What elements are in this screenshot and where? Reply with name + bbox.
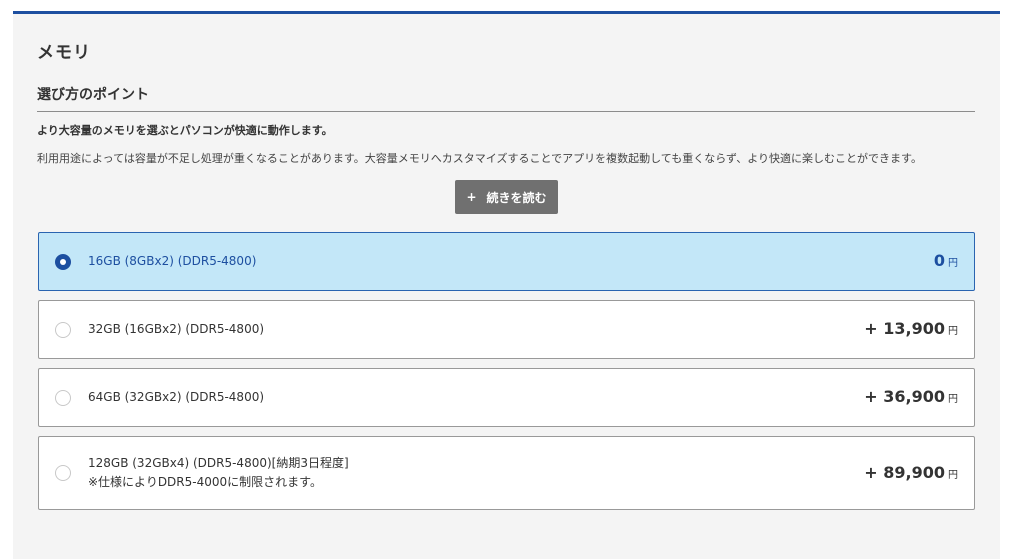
read-more-label: 続きを読む	[486, 190, 547, 205]
plus-icon: +	[466, 190, 477, 204]
option-price: 0円	[934, 251, 958, 270]
radio-button-selected[interactable]	[55, 254, 71, 270]
radio-button[interactable]	[55, 465, 71, 481]
option-price: + 89,900 円	[864, 463, 958, 482]
radio-button[interactable]	[55, 390, 71, 406]
price-value: + 89,900	[864, 463, 945, 482]
read-more-button[interactable]: + 続きを読む	[455, 180, 558, 214]
price-value: 0	[933, 251, 945, 270]
option-label: 64GB (32GBx2) (DDR5-4800)	[88, 390, 265, 404]
option-label: 128GB (32GBx4) (DDR5-4800)[納期3日程度]	[88, 456, 349, 470]
price-unit: 円	[948, 394, 958, 405]
option-price: + 36,900 円	[864, 387, 958, 406]
section-title: メモリ	[37, 43, 91, 63]
price-value: + 36,900	[864, 387, 945, 406]
price-unit: 円	[948, 326, 958, 337]
memory-option-32gb[interactable]: 32GB (16GBx2) (DDR5-4800) + 13,900 円	[38, 300, 975, 359]
option-label: 32GB (16GBx2) (DDR5-4800)	[88, 322, 265, 336]
memory-option-64gb[interactable]: 64GB (32GBx2) (DDR5-4800) + 36,900 円	[38, 368, 975, 427]
memory-option-128gb[interactable]: 128GB (32GBx4) (DDR5-4800)[納期3日程度] ※仕様によ…	[38, 436, 975, 510]
guide-lead: より大容量のメモリを選ぶとパソコンが快適に動作します。	[37, 124, 333, 137]
price-value: + 13,900	[864, 319, 945, 338]
memory-section: メモリ 選び方のポイント より大容量のメモリを選ぶとパソコンが快適に動作します。…	[13, 11, 1000, 559]
option-note: ※仕様によりDDR5-4000に制限されます。	[88, 475, 322, 489]
radio-button[interactable]	[55, 322, 71, 338]
guide-heading: 選び方のポイント	[37, 84, 975, 112]
memory-option-16gb[interactable]: 16GB (8GBx2) (DDR5-4800) 0円	[38, 232, 975, 291]
option-price: + 13,900 円	[864, 319, 958, 338]
price-unit: 円	[948, 258, 958, 269]
option-label: 16GB (8GBx2) (DDR5-4800)	[88, 254, 257, 268]
price-unit: 円	[948, 470, 958, 481]
